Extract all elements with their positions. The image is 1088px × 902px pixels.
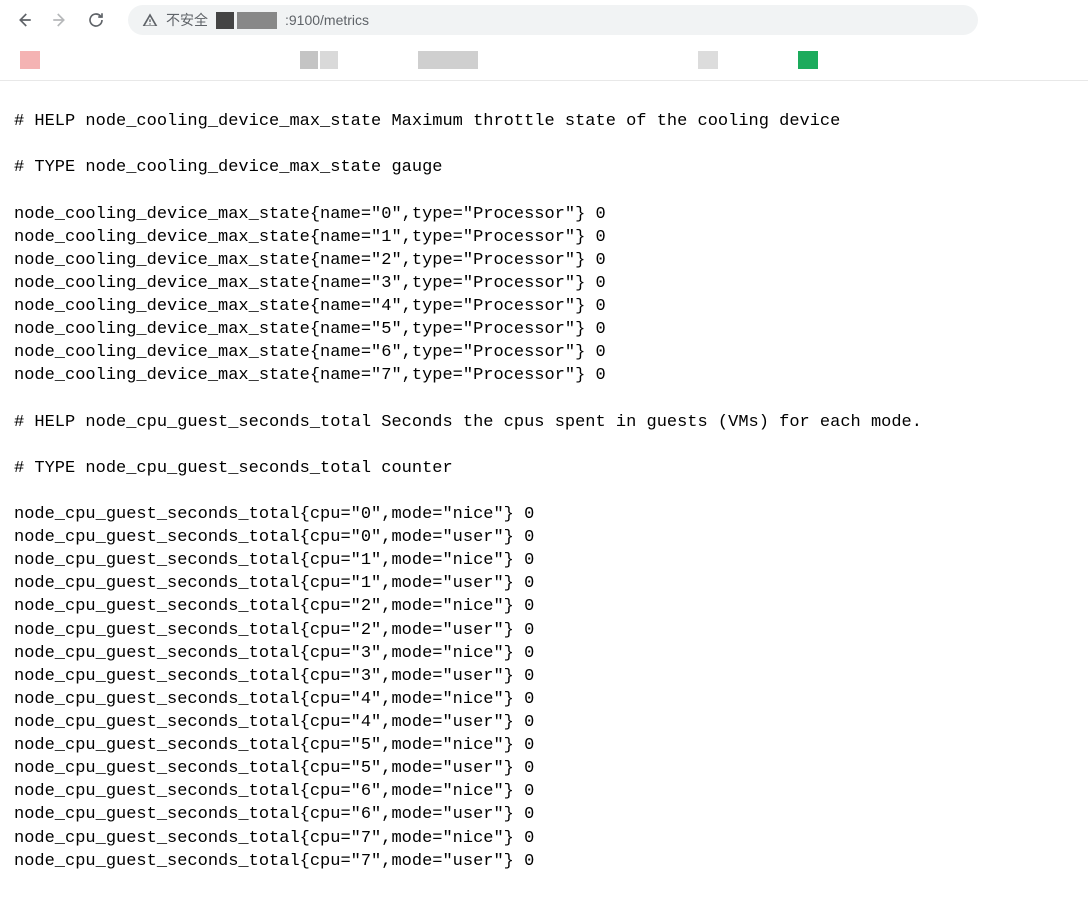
metric-line: node_cpu_guest_seconds_total{cpu="1",mod… bbox=[14, 572, 1074, 595]
metric-line: node_cpu_guest_seconds_total{cpu="7",mod… bbox=[14, 850, 1074, 873]
metric-line: node_cooling_device_max_state{name="2",t… bbox=[14, 249, 1074, 272]
metric-help-line: # HELP node_cpu_guest_seconds_total Seco… bbox=[14, 411, 1074, 434]
reload-button[interactable] bbox=[82, 6, 110, 34]
metrics-output: # HELP node_cooling_device_max_state Max… bbox=[0, 80, 1088, 902]
back-button[interactable] bbox=[10, 6, 38, 34]
metric-line: node_cpu_guest_seconds_total{cpu="4",mod… bbox=[14, 688, 1074, 711]
arrow-left-icon bbox=[15, 11, 33, 29]
metric-line: node_cpu_guest_seconds_total{cpu="3",mod… bbox=[14, 665, 1074, 688]
address-bar[interactable]: 不安全 :9100/metrics bbox=[128, 5, 978, 35]
warning-icon bbox=[142, 12, 158, 28]
metric-line: node_cooling_device_max_state{name="0",t… bbox=[14, 203, 1074, 226]
metric-line: node_cooling_device_max_state{name="7",t… bbox=[14, 364, 1074, 387]
metric-line: node_cpu_guest_seconds_total{cpu="4",mod… bbox=[14, 711, 1074, 734]
metric-line: node_cpu_guest_seconds_total{cpu="2",mod… bbox=[14, 595, 1074, 618]
bookmark-item[interactable] bbox=[300, 51, 338, 69]
bookmark-item[interactable] bbox=[798, 51, 818, 69]
metric-line: node_cpu_guest_seconds_total{cpu="6",mod… bbox=[14, 803, 1074, 826]
metric-line: node_cpu_guest_seconds_total{cpu="0",mod… bbox=[14, 503, 1074, 526]
bookmark-item[interactable] bbox=[698, 51, 718, 69]
url-redacted-host bbox=[216, 12, 277, 29]
metric-line: node_cpu_guest_seconds_total{cpu="3",mod… bbox=[14, 642, 1074, 665]
metric-line: node_cpu_guest_seconds_total{cpu="0",mod… bbox=[14, 526, 1074, 549]
metric-line: node_cpu_guest_seconds_total{cpu="5",mod… bbox=[14, 734, 1074, 757]
metric-type-line: # TYPE node_cpu_guest_seconds_total coun… bbox=[14, 457, 1074, 480]
metric-line: node_cooling_device_max_state{name="5",t… bbox=[14, 318, 1074, 341]
reload-icon bbox=[87, 11, 105, 29]
metric-line: node_cooling_device_max_state{name="3",t… bbox=[14, 272, 1074, 295]
bookmark-item[interactable] bbox=[418, 51, 478, 69]
browser-toolbar: 不安全 :9100/metrics bbox=[0, 0, 1088, 40]
arrow-right-icon bbox=[51, 11, 69, 29]
metric-line: node_cpu_guest_seconds_total{cpu="6",mod… bbox=[14, 780, 1074, 803]
bookmarks-bar bbox=[0, 40, 1088, 80]
metric-line: node_cooling_device_max_state{name="4",t… bbox=[14, 295, 1074, 318]
metric-line: node_cpu_guest_seconds_total{cpu="1",mod… bbox=[14, 549, 1074, 572]
metric-line: node_cpu_guest_seconds_total{cpu="2",mod… bbox=[14, 619, 1074, 642]
forward-button[interactable] bbox=[46, 6, 74, 34]
metric-type-line: # TYPE node_cooling_device_max_state gau… bbox=[14, 156, 1074, 179]
url-path: :9100/metrics bbox=[285, 12, 369, 28]
insecure-label: 不安全 bbox=[166, 10, 208, 30]
metric-line: node_cooling_device_max_state{name="6",t… bbox=[14, 341, 1074, 364]
metric-help-line: # HELP node_cooling_device_max_state Max… bbox=[14, 110, 1074, 133]
metric-line: node_cpu_guest_seconds_total{cpu="5",mod… bbox=[14, 757, 1074, 780]
metric-line: node_cooling_device_max_state{name="1",t… bbox=[14, 226, 1074, 249]
metric-line: node_cpu_guest_seconds_total{cpu="7",mod… bbox=[14, 827, 1074, 850]
bookmark-item[interactable] bbox=[20, 51, 40, 69]
